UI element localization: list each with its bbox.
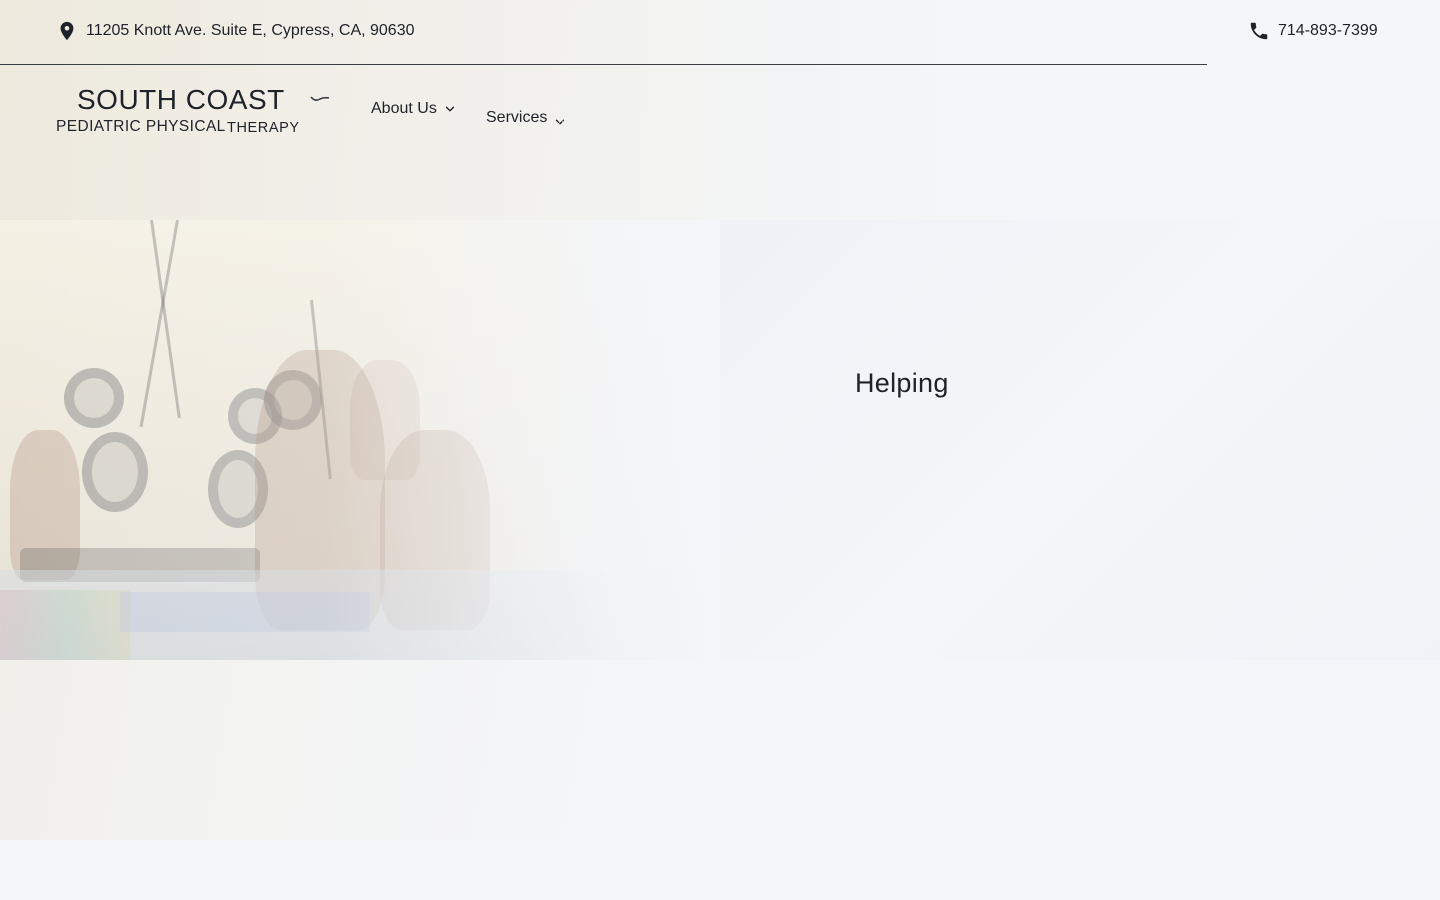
logo-title: SOUTH COAST <box>77 84 285 115</box>
hero-heading: Helping <box>855 368 949 398</box>
bird-icon <box>310 96 330 101</box>
location-pin-icon <box>56 20 78 42</box>
phone-number: 714-893-7399 <box>1278 22 1378 39</box>
logo-subtitle-line2: THERAPY <box>227 120 300 136</box>
top-info-bar: 11205 Knott Ave. Suite E, Cypress, CA, 9… <box>0 0 1440 64</box>
page: 11205 Knott Ave. Suite E, Cypress, CA, 9… <box>0 0 1440 900</box>
logo-subtitle-line1: PEDIATRIC PHYSICAL <box>56 118 226 135</box>
nav-about-us[interactable]: About Us <box>371 100 457 118</box>
site-logo[interactable]: SOUTH COAST PEDIATRIC PHYSICAL THERAPY <box>56 84 336 140</box>
nav-services[interactable]: Services <box>486 107 567 129</box>
hero-background-right <box>720 220 1440 660</box>
phone-icon <box>1248 20 1270 42</box>
nav-services-label: Services <box>486 109 548 126</box>
nav-about-us-label: About Us <box>371 100 437 117</box>
phone-link[interactable]: 714-893-7399 <box>1248 20 1378 42</box>
topbar-divider <box>0 64 1207 65</box>
chevron-down-icon <box>445 106 455 112</box>
address[interactable]: 11205 Knott Ave. Suite E, Cypress, CA, 9… <box>56 20 415 42</box>
chevron-down-icon <box>556 119 565 125</box>
hero-photo <box>0 220 720 660</box>
address-text: 11205 Knott Ave. Suite E, Cypress, CA, 9… <box>86 22 415 39</box>
